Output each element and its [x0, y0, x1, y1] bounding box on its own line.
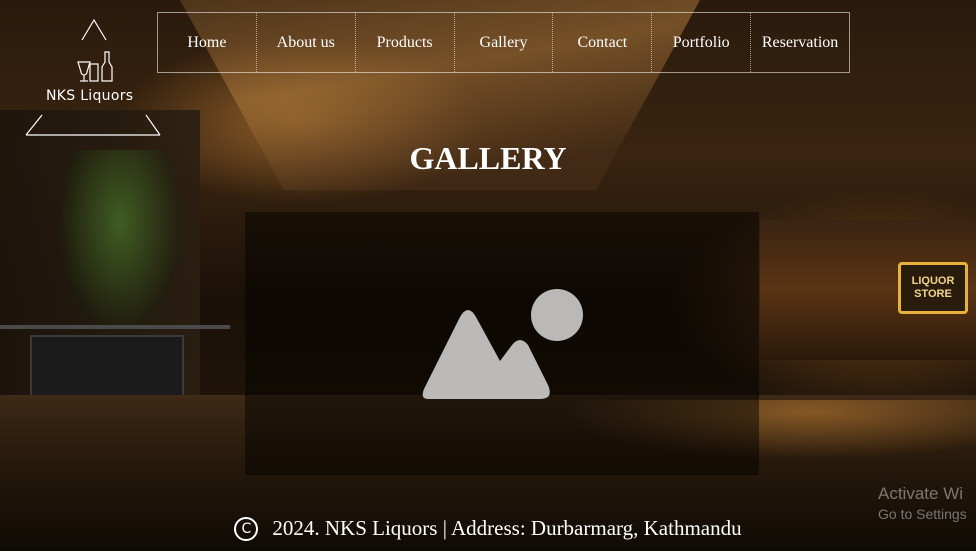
- gallery-image-placeholder[interactable]: [245, 212, 759, 475]
- nav-about-us[interactable]: About us: [257, 13, 356, 72]
- footer-text: 2024. NKS Liquors | Address: Durbarmarg,…: [272, 516, 742, 540]
- logo-text: NKS Liquors: [46, 88, 134, 104]
- nav-portfolio[interactable]: Portfolio: [652, 13, 752, 72]
- nav-gallery[interactable]: Gallery: [455, 13, 554, 72]
- windows-activation-watermark: Activate Wi Go to Settings: [878, 484, 967, 522]
- nav-home[interactable]: Home: [158, 13, 257, 72]
- nav-products[interactable]: Products: [356, 13, 455, 72]
- image-placeholder-icon: [422, 289, 583, 399]
- main-nav: Home About us Products Gallery Contact P…: [157, 12, 850, 73]
- nav-contact[interactable]: Contact: [553, 13, 653, 72]
- watermark-line1: Activate Wi: [878, 484, 964, 503]
- footer: C 2024. NKS Liquors | Address: Durbarmarg…: [0, 516, 976, 542]
- copyright-icon: C: [234, 517, 259, 542]
- background-plant: [60, 150, 180, 330]
- logo-frame-icon: [25, 18, 161, 136]
- background-railing: [0, 325, 230, 329]
- nav-reservation[interactable]: Reservation: [751, 13, 849, 72]
- page-title: GALLERY: [409, 140, 567, 176]
- watermark-line2: Go to Settings: [878, 506, 967, 522]
- site-logo[interactable]: NKS Liquors: [24, 18, 164, 138]
- liquor-store-sign: LIQUOR STORE: [898, 262, 968, 314]
